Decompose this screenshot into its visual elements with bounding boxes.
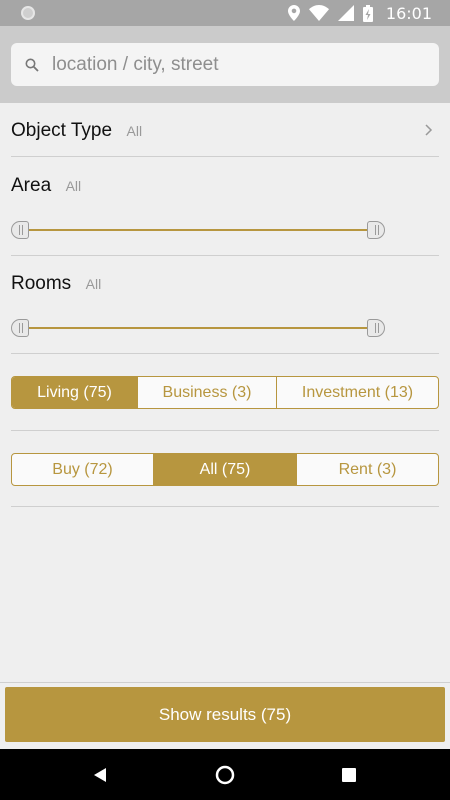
- segment-business[interactable]: Business (3): [138, 377, 277, 408]
- location-icon: [287, 5, 300, 21]
- divider: [11, 430, 439, 431]
- divider: [11, 156, 439, 157]
- battery-charging-icon: [362, 4, 373, 22]
- object-type-row[interactable]: Object Type All: [11, 120, 439, 142]
- area-max-handle[interactable]: [367, 221, 385, 239]
- segment-buy[interactable]: Buy (72): [12, 454, 154, 485]
- divider: [11, 353, 439, 354]
- notification-dot-icon: [21, 6, 35, 20]
- wifi-icon: [308, 5, 329, 21]
- rooms-max-handle[interactable]: [367, 319, 385, 337]
- search-box[interactable]: [11, 43, 439, 86]
- back-icon: [94, 767, 106, 782]
- segment-all[interactable]: All (75): [154, 454, 297, 485]
- segment-living[interactable]: Living (75): [12, 377, 138, 408]
- object-type-title: Object Type: [11, 120, 113, 141]
- rooms-slider-track: [25, 327, 371, 329]
- search-header: [0, 26, 450, 103]
- system-navigation-bar: [0, 749, 450, 800]
- deal-segmented-control: Buy (72) All (75) Rent (3): [11, 453, 439, 486]
- area-value: All: [65, 178, 82, 194]
- clock: 16:01: [385, 3, 432, 23]
- rooms-title: Rooms: [11, 273, 72, 294]
- search-icon: [25, 58, 39, 72]
- home-icon: [215, 765, 235, 784]
- chevron-right-icon: [425, 124, 433, 136]
- area-row: Area All: [11, 175, 439, 197]
- divider: [0, 682, 450, 683]
- back-button[interactable]: [70, 749, 130, 800]
- signal-icon: [337, 5, 354, 21]
- rooms-row: Rooms All: [11, 273, 439, 295]
- show-results-button[interactable]: Show results (75): [5, 687, 445, 742]
- home-button[interactable]: [195, 749, 255, 800]
- divider: [11, 506, 439, 507]
- area-slider-track: [25, 229, 371, 231]
- segment-investment[interactable]: Investment (13): [277, 377, 438, 408]
- divider: [11, 255, 439, 256]
- area-min-handle[interactable]: [11, 221, 29, 239]
- search-input[interactable]: [52, 53, 412, 76]
- status-bar: 16:01: [0, 0, 450, 26]
- rooms-min-handle[interactable]: [11, 319, 29, 337]
- recents-button[interactable]: [319, 749, 379, 800]
- category-segmented-control: Living (75) Business (3) Investment (13): [11, 376, 439, 409]
- status-icons: 16:01: [287, 3, 432, 23]
- recents-icon: [342, 767, 356, 782]
- object-type-value: All: [126, 123, 143, 139]
- segment-rent[interactable]: Rent (3): [297, 454, 438, 485]
- area-title: Area: [11, 175, 52, 196]
- rooms-value: All: [85, 276, 102, 292]
- area-range-slider[interactable]: [11, 220, 385, 240]
- rooms-range-slider[interactable]: [11, 318, 385, 338]
